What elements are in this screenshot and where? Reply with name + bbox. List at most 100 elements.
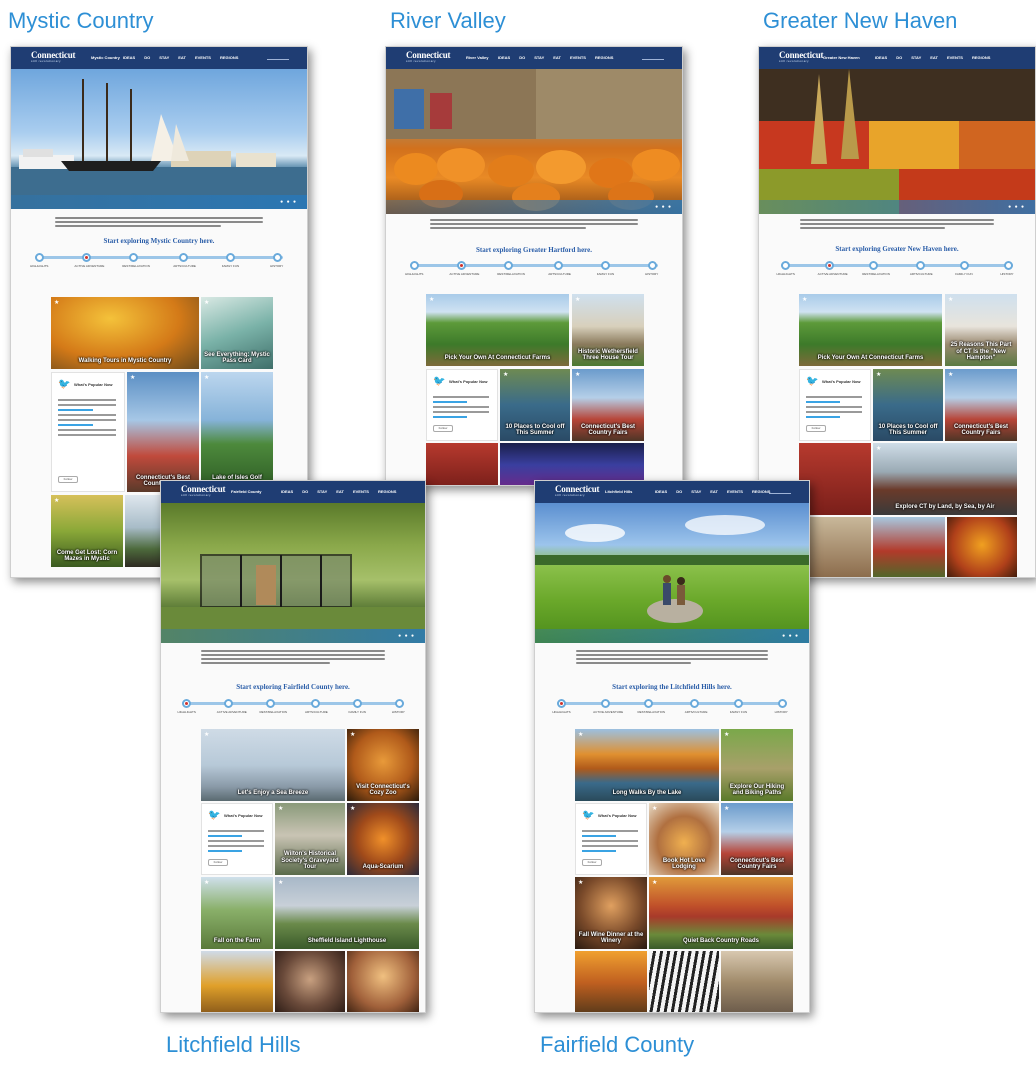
- tile-covered-bridge[interactable]: [873, 517, 945, 577]
- tile-portrait[interactable]: [275, 951, 345, 1012]
- node-rest-relaxation[interactable]: [266, 699, 276, 708]
- tile-hiking-paths[interactable]: ★ Explore Our Hiking and Biking Paths: [721, 729, 793, 801]
- menu-ideas[interactable]: IDEAS: [875, 55, 887, 60]
- menu-stay[interactable]: STAY: [534, 55, 544, 60]
- node-active-adventure[interactable]: [456, 261, 466, 270]
- node-active-adventure[interactable]: [825, 261, 835, 270]
- tile-country-fairs[interactable]: ★Connecticut's Best Country Fairs: [127, 372, 199, 492]
- node-arts-culture[interactable]: [553, 261, 563, 270]
- node-history[interactable]: [648, 261, 658, 270]
- tile-new-hamptons[interactable]: ★ 25 Reasons This Part of CT Is the "New …: [945, 294, 1017, 366]
- menu-ideas[interactable]: IDEAS: [281, 489, 293, 494]
- node-highlights[interactable]: [182, 699, 192, 708]
- node-arts-culture[interactable]: [178, 253, 188, 262]
- menu-do[interactable]: DO: [519, 55, 525, 60]
- tile-lighthouse[interactable]: ★ Sheffield Island Lighthouse: [275, 877, 419, 949]
- menu-regions[interactable]: REGIONS: [378, 489, 396, 494]
- node-family-fun[interactable]: [959, 261, 969, 270]
- node-history[interactable]: [777, 699, 787, 708]
- tile-wine-dinner[interactable]: ★ Fall Wine Dinner at the Winery: [575, 877, 647, 949]
- node-rest-relaxation[interactable]: [504, 261, 514, 270]
- carousel-dots[interactable]: ● ● ●: [1008, 204, 1025, 210]
- connecticut-logo[interactable]: Connecticut still revolutionary: [555, 484, 599, 497]
- connecticut-logo[interactable]: Connecticut still revolutionary: [31, 50, 75, 63]
- node-family-fun[interactable]: [601, 261, 611, 270]
- tile-sunset[interactable]: [575, 951, 647, 1012]
- node-highlights[interactable]: [781, 261, 791, 270]
- menu-stay[interactable]: STAY: [317, 489, 327, 494]
- tile-fall-on-farm[interactable]: ★ Fall on the Farm: [201, 877, 273, 949]
- menu-eat[interactable]: EAT: [553, 55, 561, 60]
- tile-pick-your-own[interactable]: ★ Pick Your Own At Connecticut Farms: [799, 294, 942, 366]
- node-family-fun[interactable]: [734, 699, 744, 708]
- node-history[interactable]: [273, 253, 283, 262]
- tile-aqua-scarium[interactable]: ★ Aqua-Scarium: [347, 803, 419, 875]
- node-highlights[interactable]: [409, 261, 419, 270]
- carousel-dots[interactable]: ● ● ●: [398, 633, 415, 639]
- tile-lake-of-isles[interactable]: ★Lake of Isles Golf Course: [201, 372, 273, 492]
- node-family-fun[interactable]: [226, 253, 236, 262]
- carousel-dots[interactable]: ● ● ●: [655, 204, 672, 210]
- tile-cool-off[interactable]: ★ 10 Places to Cool off This Summer: [873, 369, 943, 441]
- tile-dining[interactable]: [347, 951, 419, 1012]
- connecticut-logo[interactable]: Connecticut still revolutionary: [406, 50, 450, 63]
- menu-events[interactable]: EVENTS: [947, 55, 963, 60]
- tile-country-fairs[interactable]: ★Connecticut's Best Country Fairs: [721, 803, 793, 875]
- node-history[interactable]: [1003, 261, 1013, 270]
- node-active-adventure[interactable]: [600, 699, 610, 708]
- menu-regions[interactable]: REGIONS: [972, 55, 990, 60]
- node-active-adventure[interactable]: [224, 699, 234, 708]
- connecticut-logo[interactable]: Connecticut still revolutionary: [779, 50, 823, 63]
- menu-regions[interactable]: REGIONS: [752, 489, 770, 494]
- tile-country-fairs[interactable]: ★Connecticut's Best Country Fairs: [572, 369, 644, 441]
- node-arts-culture[interactable]: [690, 699, 700, 708]
- tile-autumn[interactable]: [947, 517, 1017, 577]
- carousel-dots[interactable]: ● ● ●: [782, 633, 799, 639]
- menu-eat[interactable]: EAT: [336, 489, 344, 494]
- menu-ideas[interactable]: IDEAS: [498, 55, 510, 60]
- menu-stay[interactable]: STAY: [159, 55, 169, 60]
- menu-do[interactable]: DO: [144, 55, 150, 60]
- tile-cool-off[interactable]: ★ 10 Places to Cool off This Summer: [500, 369, 570, 441]
- tile-graveyard-tour[interactable]: ★ Wilton's Historical Society's Graveyard…: [275, 803, 345, 875]
- menu-regions[interactable]: REGIONS: [220, 55, 238, 60]
- node-rest-relaxation[interactable]: [644, 699, 654, 708]
- node-active-adventure[interactable]: [81, 253, 91, 262]
- follow-button[interactable]: Follow: [433, 425, 453, 432]
- menu-eat[interactable]: EAT: [710, 489, 718, 494]
- menu-do[interactable]: DO: [896, 55, 902, 60]
- node-arts-culture[interactable]: [915, 261, 925, 270]
- menu-events[interactable]: EVENTS: [195, 55, 211, 60]
- menu-events[interactable]: EVENTS: [727, 489, 743, 494]
- node-rest-relaxation[interactable]: [869, 261, 879, 270]
- tile-autumn-field[interactable]: [201, 951, 273, 1012]
- tile-walking-tours[interactable]: ★ Walking Tours in Mystic Country: [51, 297, 199, 369]
- menu-regions[interactable]: REGIONS: [595, 55, 613, 60]
- tile-explore-ct[interactable]: ★ Explore CT by Land, by Sea, by Air: [873, 443, 1017, 515]
- menu-ideas[interactable]: IDEAS: [123, 55, 135, 60]
- menu-do[interactable]: DO: [676, 489, 682, 494]
- tile-pick-your-own[interactable]: ★ Pick Your Own At Connecticut Farms: [426, 294, 569, 366]
- connecticut-logo[interactable]: Connecticut still revolutionary: [181, 484, 225, 497]
- tile-country-fairs[interactable]: ★Connecticut's Best Country Fairs: [945, 369, 1017, 441]
- follow-button[interactable]: Follow: [208, 859, 228, 866]
- node-arts-culture[interactable]: [310, 699, 320, 708]
- menu-ideas[interactable]: IDEAS: [655, 489, 667, 494]
- menu-events[interactable]: EVENTS: [570, 55, 586, 60]
- follow-button[interactable]: Follow: [58, 476, 78, 483]
- node-highlights[interactable]: [556, 699, 566, 708]
- node-family-fun[interactable]: [352, 699, 362, 708]
- tile-storefront[interactable]: [721, 951, 793, 1012]
- follow-button[interactable]: Follow: [582, 859, 602, 866]
- tile-long-walks[interactable]: ★ Long Walks By the Lake: [575, 729, 719, 801]
- carousel-dots[interactable]: ● ● ●: [280, 199, 297, 205]
- tile-love-lodging[interactable]: ★ Book Hot Love Lodging: [649, 803, 719, 875]
- tile-red-truck[interactable]: [426, 443, 498, 485]
- follow-button[interactable]: Follow: [806, 425, 826, 432]
- menu-do[interactable]: DO: [302, 489, 308, 494]
- node-history[interactable]: [395, 699, 405, 708]
- menu-events[interactable]: EVENTS: [353, 489, 369, 494]
- menu-eat[interactable]: EAT: [930, 55, 938, 60]
- node-highlights[interactable]: [34, 253, 44, 262]
- search-input[interactable]: [267, 55, 289, 60]
